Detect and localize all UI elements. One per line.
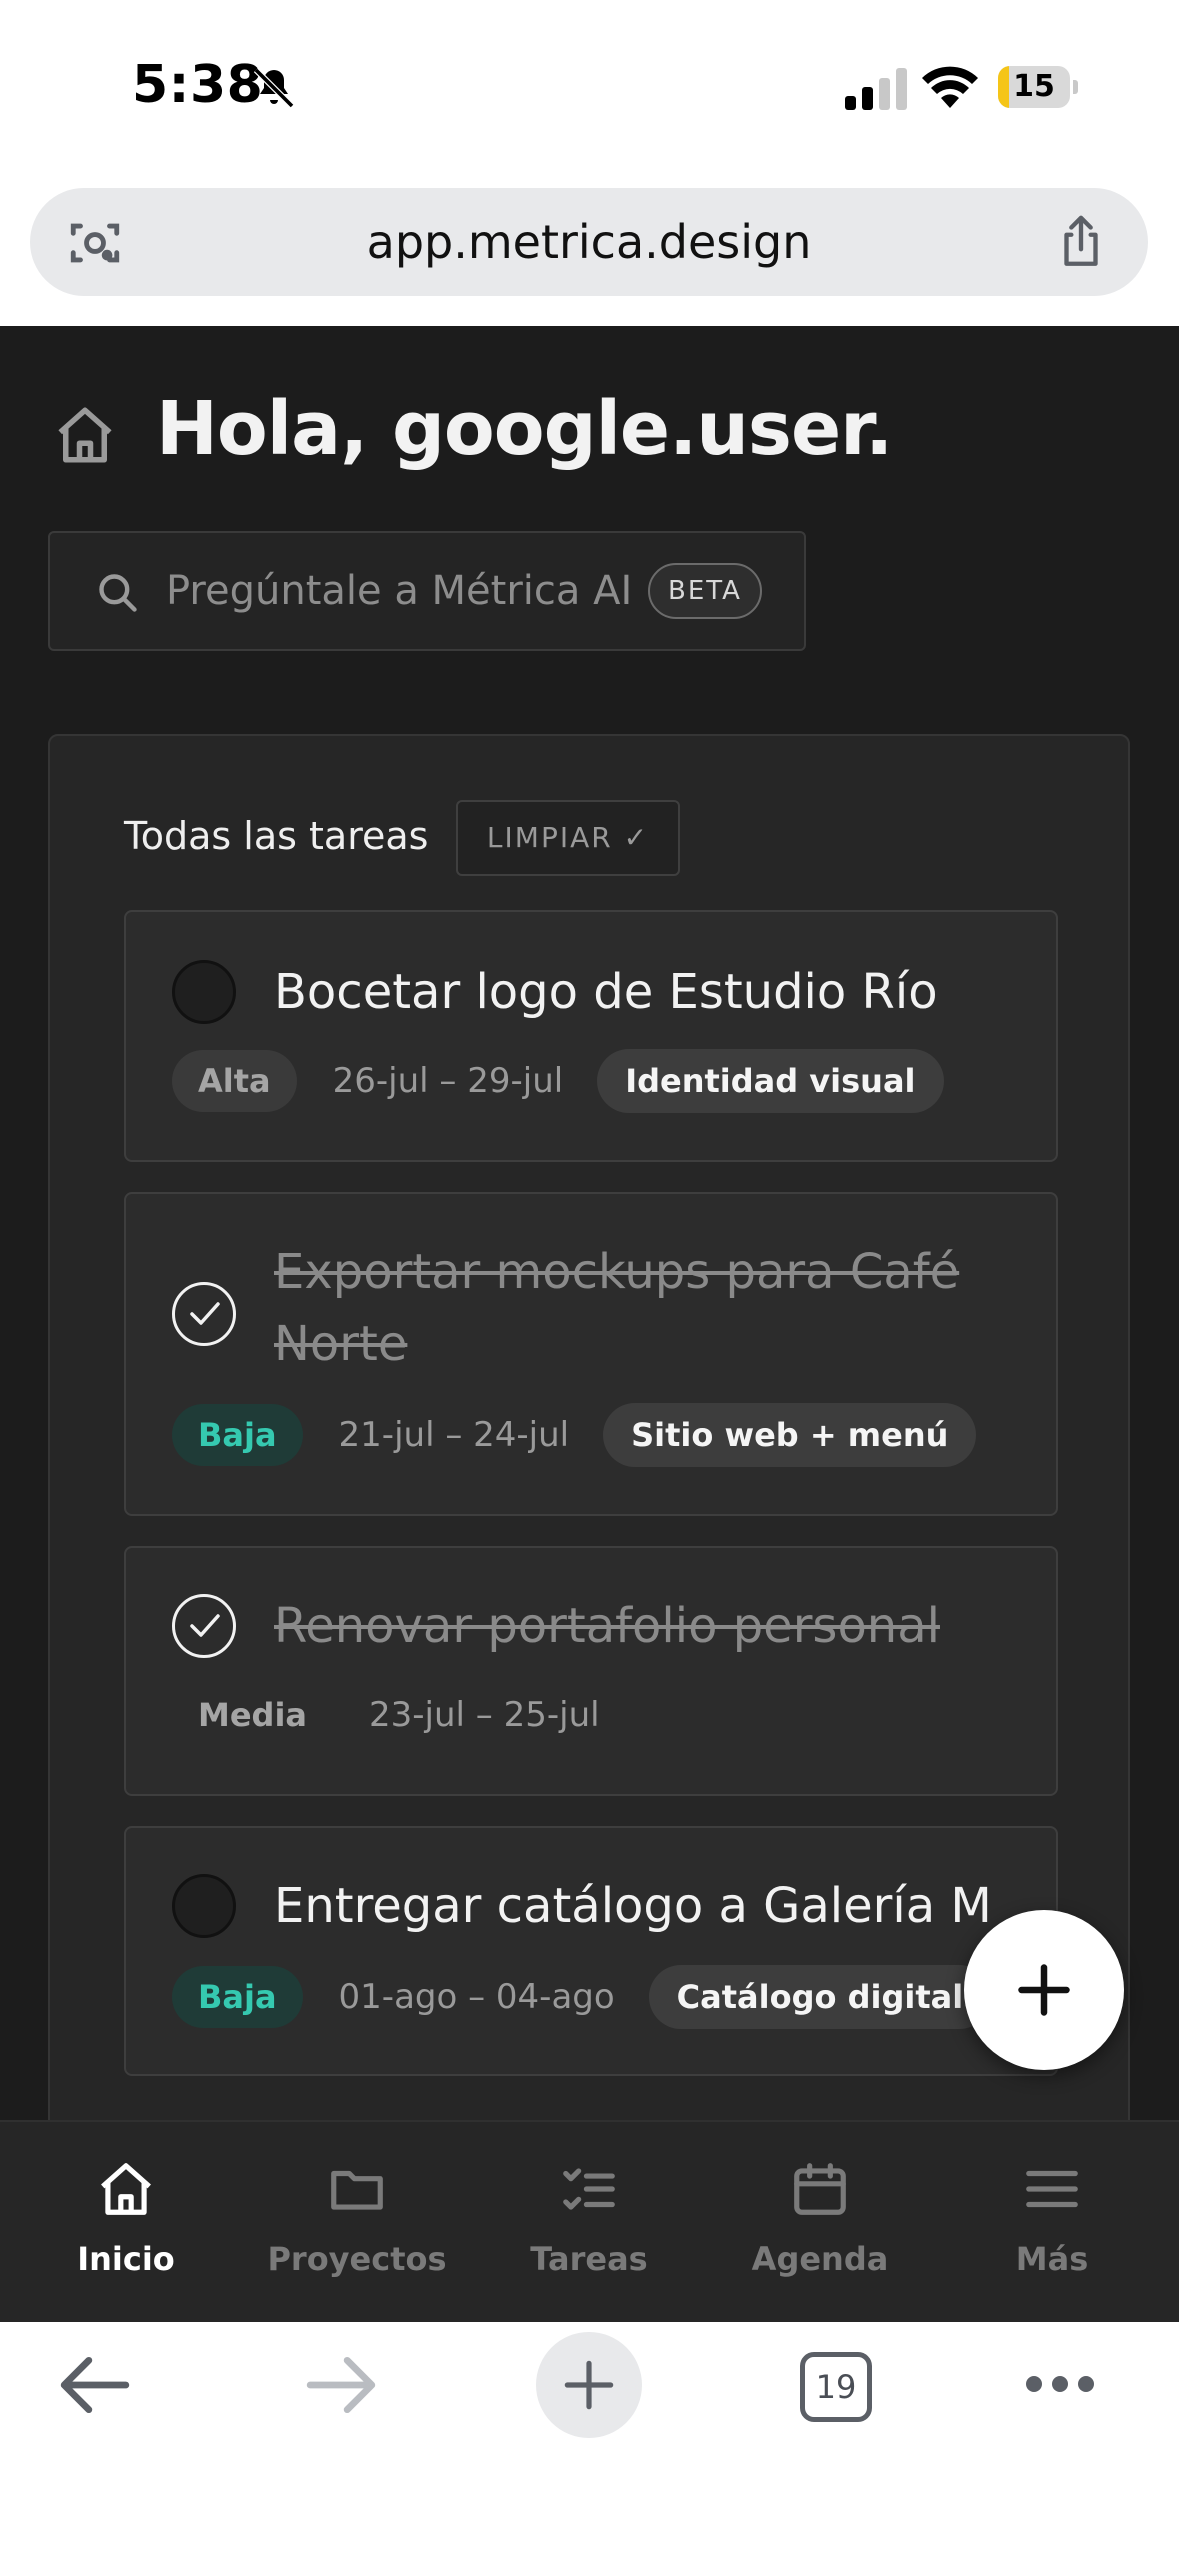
task-card[interactable]: Entregar catálogo a Galería M Baja 01-ag… [124, 1826, 1058, 2076]
checkmark-icon [190, 1614, 220, 1637]
nav-item-proyectos[interactable]: Proyectos [257, 2158, 457, 2298]
project-tag[interactable]: Identidad visual [597, 1049, 944, 1113]
folder-icon [331, 2170, 383, 2210]
tab-switcher-button[interactable]: 19 [800, 2352, 872, 2422]
nav-label: Agenda [751, 2240, 889, 2278]
checkmark-icon [190, 1302, 220, 1325]
beta-badge: BETA [648, 563, 762, 619]
task-meta: Media 23-jul – 25-jul [172, 1682, 600, 1748]
forward-arrow-icon [306, 2356, 376, 2414]
task-meta: Alta 26-jul – 29-jul Identidad visual [172, 1048, 944, 1114]
task-meta: Baja 21-jul – 24-jul Sitio web + menú [172, 1402, 977, 1468]
project-tag[interactable]: Sitio web + menú [603, 1403, 977, 1467]
nav-label: Proyectos [267, 2240, 447, 2278]
task-title: Renovar portafolio personal [274, 1598, 940, 1654]
project-tag[interactable]: Catálogo digital [648, 1965, 992, 2029]
task-card[interactable]: Bocetar logo de Estudio Río Alta 26-jul … [124, 910, 1058, 1162]
more-dots-icon[interactable] [1024, 2372, 1096, 2396]
url-text: app.metrica.design [366, 215, 812, 269]
battery-indicator: 15 [998, 66, 1078, 108]
task-dates: 26-jul – 29-jul [332, 1061, 564, 1101]
nav-label: Tareas [530, 2240, 648, 2278]
share-icon[interactable] [1052, 212, 1110, 272]
tasks-panel-title: Todas las tareas [124, 814, 429, 858]
tasks-panel: Todas las tareas LIMPIAR ✓ Bocetar logo … [48, 734, 1130, 2322]
bell-muted-icon [253, 67, 295, 109]
plus-icon [1018, 1964, 1070, 2016]
home-icon [58, 407, 112, 463]
task-checkbox[interactable] [172, 960, 236, 1024]
priority-badge: Media [198, 1696, 308, 1734]
nav-label: Más [1015, 2240, 1089, 2278]
battery-level: 15 [1013, 69, 1055, 104]
priority-badge: Baja [172, 1404, 303, 1466]
cellular-signal-icon [845, 68, 907, 110]
task-dates: 01-ago – 04-ago [338, 1977, 615, 2017]
nav-item-inicio[interactable]: Inicio [26, 2158, 226, 2298]
plus-icon [564, 2360, 614, 2410]
back-arrow-icon[interactable] [58, 2354, 132, 2416]
search-placeholder: Pregúntale a Métrica AI [166, 568, 633, 614]
task-card[interactable]: Renovar portafolio personal Media 23-jul… [124, 1546, 1058, 1796]
add-task-button[interactable] [964, 1910, 1124, 2070]
task-title: Bocetar logo de Estudio Río [274, 964, 938, 1020]
new-tab-button[interactable] [536, 2332, 642, 2438]
ai-search-input[interactable]: Pregúntale a Métrica AI BETA [48, 531, 806, 651]
nav-item-mas[interactable]: Más [952, 2158, 1152, 2298]
calendar-icon [794, 2163, 846, 2215]
browser-url-bar[interactable]: app.metrica.design [30, 188, 1148, 296]
task-checkbox-checked[interactable] [172, 1282, 236, 1346]
status-bar: 5:38 15 [0, 0, 1179, 180]
status-time: 5:38 [132, 55, 264, 115]
menu-icon [1026, 2170, 1078, 2208]
priority-badge: Baja [172, 1966, 303, 2028]
nav-item-tareas[interactable]: Tareas [489, 2158, 689, 2298]
task-meta: Baja 01-ago – 04-ago Catálogo digital [172, 1964, 992, 2030]
bottom-nav: Inicio Proyectos Tareas Agenda Más [0, 2120, 1179, 2322]
app-screen: Hola, google.user. Pregúntale a Métrica … [0, 326, 1179, 2322]
task-title: Entregar catálogo a Galería M [274, 1878, 992, 1934]
clear-button[interactable]: LIMPIAR ✓ [456, 800, 680, 876]
task-card[interactable]: Exportar mockups para Café Norte Baja 21… [124, 1192, 1058, 1516]
task-checkbox-checked[interactable] [172, 1594, 236, 1658]
priority-badge: Alta [172, 1050, 297, 1112]
nav-label: Inicio [77, 2240, 175, 2278]
checklist-icon [563, 2168, 615, 2210]
task-dates: 23-jul – 25-jul [369, 1695, 600, 1735]
browser-toolbar: 19 [0, 2322, 1179, 2556]
page-title: Hola, google.user. [156, 386, 893, 472]
task-title: Exportar mockups para Café Norte [274, 1244, 960, 1372]
search-icon [99, 574, 137, 612]
home-icon [101, 2163, 151, 2215]
nav-item-agenda[interactable]: Agenda [720, 2158, 920, 2298]
task-dates: 21-jul – 24-jul [338, 1415, 570, 1455]
task-checkbox[interactable] [172, 1874, 236, 1938]
wifi-icon [922, 66, 978, 108]
